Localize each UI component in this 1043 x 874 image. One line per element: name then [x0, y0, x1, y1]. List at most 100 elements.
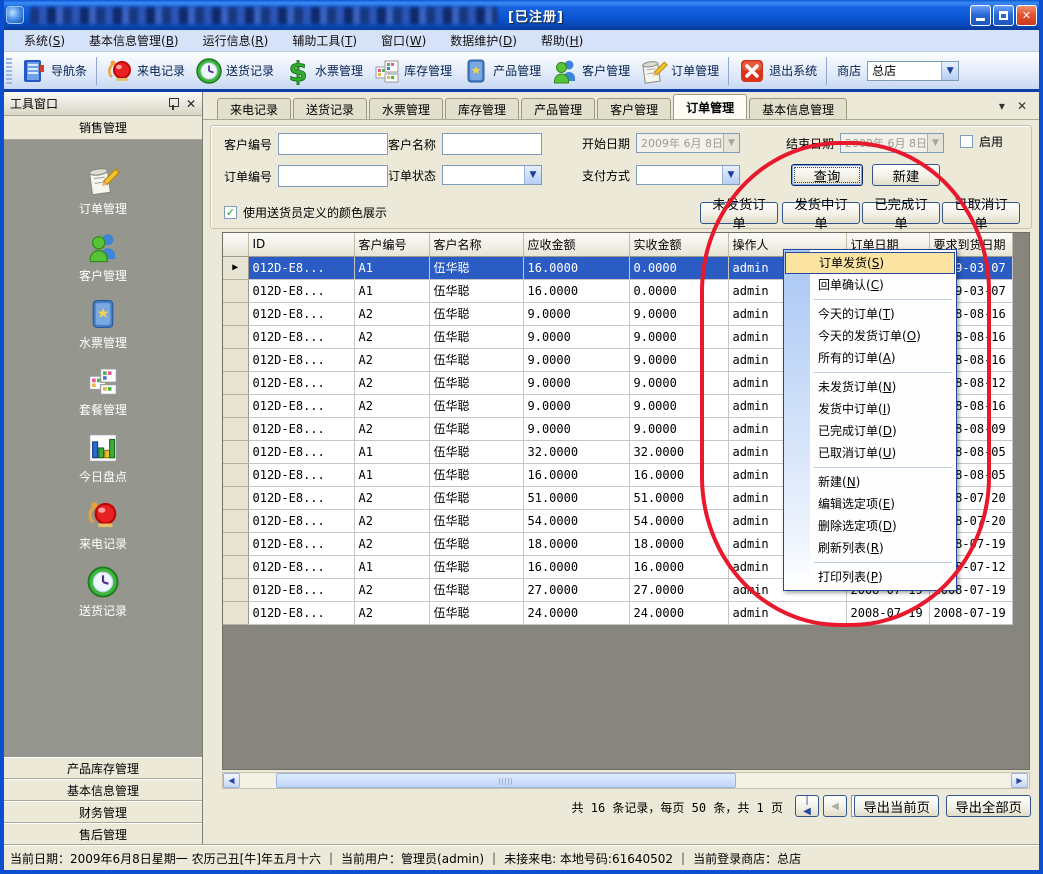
query-button[interactable]: 查询 — [791, 164, 863, 186]
row-selector-cell[interactable] — [223, 417, 248, 440]
menubar-item[interactable]: 系统(S) — [12, 30, 77, 51]
menubar-item[interactable]: 帮助(H) — [529, 30, 595, 51]
sidebar-item-今日盘点[interactable]: 今日盘点 — [4, 424, 202, 491]
maximize-button[interactable] — [993, 5, 1014, 26]
customer-name-input[interactable] — [442, 133, 542, 155]
row-selector-cell[interactable] — [223, 509, 248, 532]
toolbar-order-button[interactable]: 订单管理 — [635, 55, 724, 87]
column-header-客户名称[interactable]: 客户名称 — [429, 233, 523, 256]
sidebar-item-客户管理[interactable]: 客户管理 — [4, 223, 202, 290]
scroll-left-icon[interactable]: ◀ — [223, 773, 240, 788]
row-selector-cell[interactable] — [223, 440, 248, 463]
start-date-picker[interactable]: 2009年 6月 8日 ▼ — [636, 133, 740, 153]
row-selector-cell[interactable] — [223, 348, 248, 371]
chevron-down-icon[interactable]: ▼ — [722, 166, 739, 184]
tab-来电记录[interactable]: 来电记录 — [217, 98, 291, 119]
first-page-button[interactable]: |◀ — [795, 795, 819, 817]
toolbar-grid-button[interactable]: 库存管理 — [368, 55, 457, 87]
sidebar-group-产品库存管理[interactable]: 产品库存管理 — [4, 757, 202, 779]
row-selector-cell[interactable] — [223, 394, 248, 417]
pay-method-combobox[interactable]: ▼ — [636, 165, 740, 185]
export-all-pages-button[interactable]: 导出全部页 — [946, 795, 1031, 817]
sidebar-group-售后管理[interactable]: 售后管理 — [4, 823, 202, 845]
context-menu-item-已完成订单[interactable]: 已完成订单(D) — [784, 420, 956, 442]
context-menu-item-今天的发货订单[interactable]: 今天的发货订单(O) — [784, 325, 956, 347]
context-menu-item-已取消订单[interactable]: 已取消订单(U) — [784, 442, 956, 464]
tab-list-dropdown-icon[interactable]: ▾ — [999, 99, 1005, 113]
toolbar-customers-button[interactable]: 客户管理 — [546, 55, 635, 87]
pin-icon[interactable] — [168, 98, 178, 110]
context-menu-item-今天的订单[interactable]: 今天的订单(T) — [784, 303, 956, 325]
toolbar-product-button[interactable]: 产品管理 — [457, 55, 546, 87]
table-row[interactable]: 012D-E8...A2伍华聪24.000024.0000admin2008-0… — [223, 601, 1012, 624]
row-selector-cell[interactable] — [223, 555, 248, 578]
tab-基本信息管理[interactable]: 基本信息管理 — [749, 98, 847, 119]
context-menu-item-刷新列表[interactable]: 刷新列表(R) — [784, 537, 956, 559]
sidebar-item-水票管理[interactable]: 水票管理 — [4, 290, 202, 357]
customer-no-input[interactable] — [278, 133, 388, 155]
sidebar-close-icon[interactable]: ✕ — [186, 97, 196, 111]
sidebar-group-基本信息管理[interactable]: 基本信息管理 — [4, 779, 202, 801]
tab-库存管理[interactable]: 库存管理 — [445, 98, 519, 119]
close-button[interactable]: ✕ — [1016, 5, 1037, 26]
prev-page-button[interactable]: ◀ — [823, 795, 847, 817]
row-selector-cell[interactable] — [223, 279, 248, 302]
row-selector-cell[interactable]: ▶ — [223, 256, 248, 279]
row-selector-cell[interactable] — [223, 486, 248, 509]
enable-checkbox[interactable] — [960, 135, 973, 148]
column-header-ID[interactable]: ID — [248, 233, 354, 256]
tab-送货记录[interactable]: 送货记录 — [293, 98, 367, 119]
new-button[interactable]: 新建 — [872, 164, 940, 186]
horizontal-scrollbar[interactable]: ◀ ▶ — [222, 772, 1030, 789]
toolbar-dollar-button[interactable]: 水票管理 — [279, 55, 368, 87]
tab-订单管理[interactable]: 订单管理 — [673, 94, 747, 119]
menubar-item[interactable]: 辅助工具(T) — [280, 30, 369, 51]
context-menu-item-发货中订单[interactable]: 发货中订单(I) — [784, 398, 956, 420]
minimize-button[interactable] — [970, 5, 991, 26]
color-checkbox[interactable]: ✓ — [224, 206, 237, 219]
menubar-item[interactable]: 运行信息(R) — [191, 30, 281, 51]
filter-button-已完成订单[interactable]: 已完成订单 — [862, 202, 940, 224]
filter-button-未发货订单[interactable]: 未发货订单 — [700, 202, 778, 224]
scrollbar-thumb[interactable] — [276, 773, 736, 788]
row-selector-cell[interactable] — [223, 302, 248, 325]
context-menu-item-所有的订单[interactable]: 所有的订单(A) — [784, 347, 956, 369]
tab-客户管理[interactable]: 客户管理 — [597, 98, 671, 119]
menubar-item[interactable]: 窗口(W) — [369, 30, 438, 51]
context-menu-item-未发货订单[interactable]: 未发货订单(N) — [784, 376, 956, 398]
column-header-应收金额[interactable]: 应收金额 — [523, 233, 629, 256]
row-selector-cell[interactable] — [223, 463, 248, 486]
chevron-down-icon[interactable]: ▼ — [941, 62, 958, 80]
toolbar-clock-button[interactable]: 送货记录 — [190, 55, 279, 87]
chevron-down-icon[interactable]: ▼ — [927, 134, 943, 152]
row-selector-cell[interactable] — [223, 601, 248, 624]
end-date-picker[interactable]: 2009年 6月 8日 ▼ — [840, 133, 944, 153]
context-menu-item-打印列表[interactable]: 打印列表(P) — [784, 566, 956, 588]
row-selector-cell[interactable] — [223, 532, 248, 555]
row-selector-cell[interactable] — [223, 578, 248, 601]
store-combobox[interactable]: 总店 ▼ — [867, 61, 959, 81]
tab-产品管理[interactable]: 产品管理 — [521, 98, 595, 119]
sidebar-item-订单管理[interactable]: 订单管理 — [4, 156, 202, 223]
export-current-page-button[interactable]: 导出当前页 — [854, 795, 939, 817]
context-menu-item-回单确认[interactable]: 回单确认(C) — [784, 274, 956, 296]
sidebar-item-送货记录[interactable]: 送货记录 — [4, 558, 202, 625]
tab-水票管理[interactable]: 水票管理 — [369, 98, 443, 119]
context-menu-item-新建[interactable]: 新建(N) — [784, 471, 956, 493]
toolbar-nav-button[interactable]: 导航条 — [15, 55, 92, 87]
sidebar-group-财务管理[interactable]: 财务管理 — [4, 801, 202, 823]
context-menu-item-删除选定项[interactable]: 删除选定项(D) — [784, 515, 956, 537]
order-no-input[interactable] — [278, 165, 388, 187]
sidebar-item-来电记录[interactable]: 来电记录 — [4, 491, 202, 558]
row-selector-cell[interactable] — [223, 371, 248, 394]
tab-close-icon[interactable]: ✕ — [1017, 99, 1027, 113]
toolbar-grip[interactable] — [6, 58, 12, 84]
context-menu-item-订单发货[interactable]: 订单发货(S) — [785, 252, 955, 274]
sidebar-item-套餐管理[interactable]: 套餐管理 — [4, 357, 202, 424]
scroll-right-icon[interactable]: ▶ — [1011, 773, 1028, 788]
column-header-客户编号[interactable]: 客户编号 — [354, 233, 429, 256]
context-menu-item-编辑选定项[interactable]: 编辑选定项(E) — [784, 493, 956, 515]
order-status-combobox[interactable]: ▼ — [442, 165, 542, 185]
chevron-down-icon[interactable]: ▼ — [524, 166, 541, 184]
filter-button-已取消订单[interactable]: 已取消订单 — [942, 202, 1020, 224]
